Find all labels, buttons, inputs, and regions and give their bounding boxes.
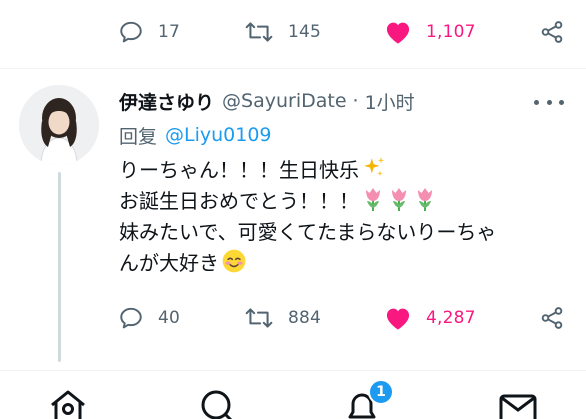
reply-count: 40 (158, 308, 181, 328)
like-button[interactable]: 1,107 (384, 12, 476, 52)
retweet-icon (245, 308, 273, 328)
retweet-button[interactable]: 884 (244, 298, 321, 338)
reply-icon (120, 21, 142, 43)
tweet-divider (0, 68, 586, 69)
share-button[interactable] (539, 12, 565, 52)
search-icon[interactable] (196, 385, 240, 419)
tweet-line-text: お誕生日おめでとう！！！ (119, 189, 359, 213)
profile-photo (19, 85, 99, 165)
display-name[interactable]: 伊達さゆり (119, 88, 214, 115)
tweet-line-text: んが大好き (119, 251, 219, 275)
tulip-icon (366, 188, 380, 211)
reply-button[interactable]: 40 (118, 298, 180, 338)
retweet-icon (245, 22, 273, 42)
tweet-text: りーちゃん！！！生日快乐 お誕生日おめでとう！！！ 妹みたいで、可愛くてたまらな… (119, 155, 559, 279)
tweet-time[interactable]: 1小时 (365, 88, 415, 115)
reply-to: 回复 @Liyu0109 (119, 121, 272, 149)
notification-badge: 1 (368, 379, 394, 405)
tweet-header: 伊達さゆり @SayuriDate · 1小时 (119, 86, 415, 116)
tulip-icon (418, 188, 432, 211)
retweet-count: 884 (288, 308, 322, 328)
retweet-button[interactable]: 145 (244, 12, 321, 52)
bottom-tab-bar (0, 370, 586, 419)
heart-icon (386, 22, 410, 44)
tweet-line: んが大好き (119, 248, 559, 279)
reply-button[interactable]: 17 (118, 12, 180, 52)
tweet-line: りーちゃん！！！生日快乐 (119, 155, 559, 186)
share-icon (541, 21, 563, 43)
tweet-line-text: りーちゃん！！！生日快乐 (119, 158, 359, 182)
previous-tweet-actions: 17 145 1,107 (0, 12, 586, 52)
tweet-line: お誕生日おめでとう！！！ (119, 186, 559, 217)
tweet-actions: 40 884 4,287 (0, 298, 586, 338)
user-handle[interactable]: @SayuriDate (222, 90, 347, 112)
header-separator: · (352, 90, 359, 112)
heart-icon (386, 308, 410, 330)
reply-mention-link[interactable]: @Liyu0109 (165, 124, 272, 146)
share-icon (541, 307, 563, 329)
avatar[interactable] (19, 85, 99, 165)
like-count: 4,287 (426, 308, 476, 328)
tulip-icon (392, 188, 406, 211)
like-button[interactable]: 4,287 (384, 298, 476, 338)
smiling-face-icon (222, 249, 246, 273)
reply-count: 17 (158, 22, 181, 42)
share-button[interactable] (539, 298, 565, 338)
reply-label: 回复 (119, 125, 158, 148)
retweet-count: 145 (288, 22, 322, 42)
messages-icon[interactable] (496, 385, 540, 419)
tweet-line: 妹みたいで、可愛くてたまらないりーちゃ (119, 220, 497, 244)
sparkles-icon (364, 157, 385, 177)
home-icon[interactable] (46, 385, 90, 419)
like-count: 1,107 (426, 22, 476, 42)
reply-icon (120, 307, 142, 329)
more-options-icon[interactable] (534, 98, 564, 106)
